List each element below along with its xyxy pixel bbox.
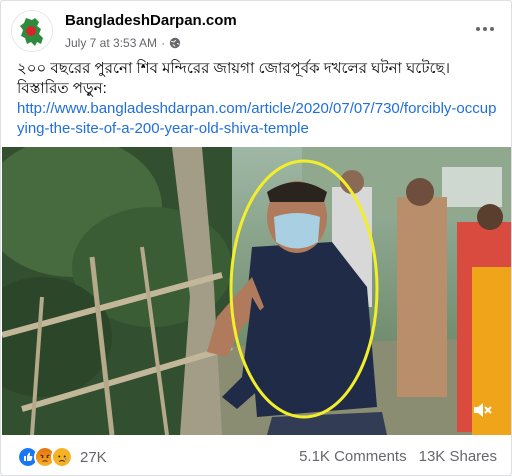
post-meta: July 7 at 3:53 AM · [65,36,181,50]
post-header: BangladeshDarpan.com July 7 at 3:53 AM · [11,9,501,53]
speaker-muted-icon [474,403,492,417]
video-frame [2,147,511,435]
post-text-line-1: ২০০ বছরের পুরনো শিব মন্দিরের জায়গা জোরপ… [17,60,450,77]
post-options-button[interactable] [471,15,499,43]
post-text-line-2: বিস্তারিত পড়ুন: [17,80,107,97]
engagement-stats: 5.1K Comments 13K Shares [299,448,497,465]
page-avatar[interactable] [11,10,53,52]
globe-icon[interactable] [169,37,181,49]
more-horizontal-icon [476,27,494,31]
bangladesh-map-logo-icon [12,11,52,51]
shares-count-link[interactable]: 13K Shares [419,448,497,465]
meta-separator: · [161,36,166,50]
reaction-count[interactable]: 27K [80,449,107,466]
page-name-link[interactable]: BangladeshDarpan.com [65,12,237,29]
post-timestamp[interactable]: July 7 at 3:53 AM [65,36,157,50]
reaction-summary[interactable]: 27K [17,446,107,468]
post-footer: 27K 5.1K Comments 13K Shares [17,442,497,470]
comments-count-link[interactable]: 5.1K Comments [299,448,407,465]
post-text: ২০০ বছরের পুরনো শিব মন্দিরের জায়গা জোরপ… [17,59,501,139]
post-card: BangladeshDarpan.com July 7 at 3:53 AM ·… [0,0,512,476]
mute-button[interactable] [469,397,495,423]
sad-reaction-icon [51,446,73,468]
article-link[interactable]: http://www.bangladeshdarpan.com/article/… [17,100,496,137]
video-player[interactable] [2,147,511,435]
